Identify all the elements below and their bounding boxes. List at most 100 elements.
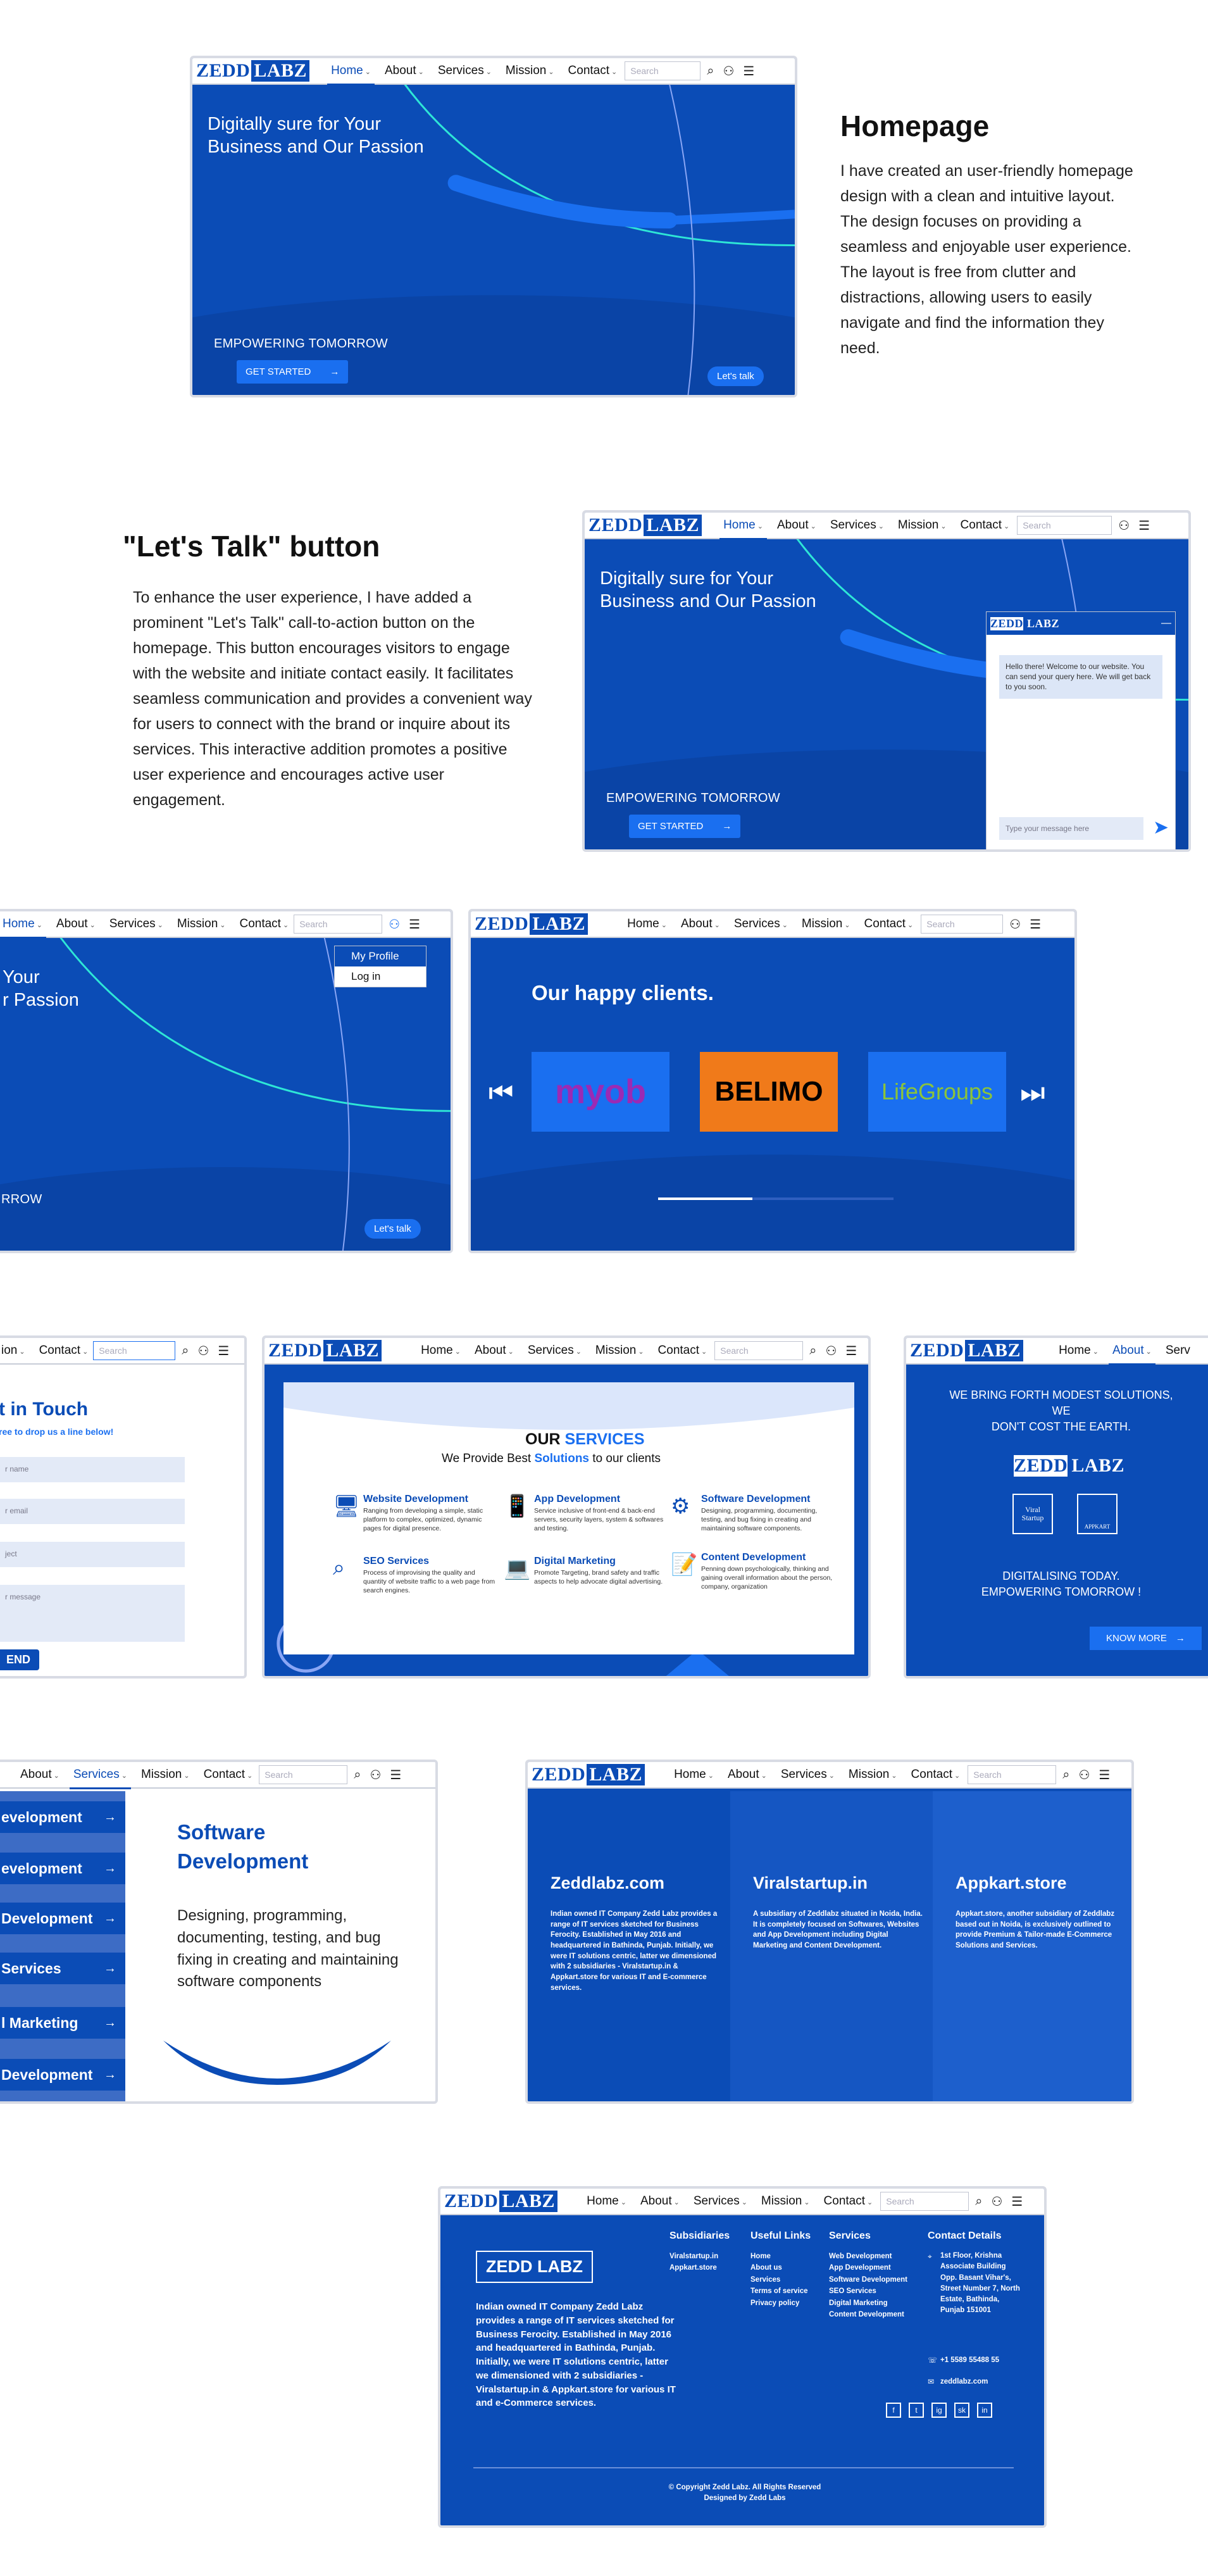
menu-icon[interactable]: ☰ xyxy=(409,916,420,932)
nav-contact[interactable]: Contact ⌄ xyxy=(864,917,914,931)
email-field[interactable]: r email xyxy=(0,1499,185,1524)
search-input[interactable]: Search xyxy=(259,1765,348,1784)
service-app-development[interactable]: 📱 App Development Service inclusive of f… xyxy=(504,1494,669,1534)
nav-mission[interactable]: Mission ⌄ xyxy=(506,64,554,78)
get-started-button[interactable]: GET STARTED → xyxy=(237,360,349,384)
user-icon[interactable]: ⚇ xyxy=(991,2194,1002,2210)
menu-icon[interactable]: ☰ xyxy=(845,1343,857,1359)
search-icon[interactable]: ⌕ xyxy=(354,1768,361,1782)
footer-link[interactable]: Appkart.store xyxy=(669,2262,718,2273)
logo[interactable]: ZEDD LABZ xyxy=(528,1762,649,1788)
nav-contact[interactable]: Contact ⌄ xyxy=(658,1344,707,1358)
footer-link[interactable]: Software Development xyxy=(829,2274,907,2285)
footer-link[interactable]: About us xyxy=(750,2262,808,2273)
nav-home[interactable]: Home ⌄ xyxy=(719,518,767,540)
nav-mission[interactable]: Mission ⌄ xyxy=(898,518,947,532)
nav-services[interactable]: Services ⌄ xyxy=(109,917,163,931)
service-digital-marketing[interactable]: 💻 Digital Marketing Promote Targeting, b… xyxy=(504,1556,669,1586)
user-icon[interactable]: ⚇ xyxy=(723,63,734,79)
nav-services[interactable]: Services ⌄ xyxy=(528,1344,582,1358)
nav-home[interactable]: Home ⌄ xyxy=(674,1768,714,1782)
menu-icon[interactable]: ☰ xyxy=(1099,1767,1110,1783)
nav-about[interactable]: About ⌄ xyxy=(728,1768,767,1782)
nav-home[interactable]: Home ⌄ xyxy=(1059,1344,1099,1358)
user-icon[interactable]: ⚇ xyxy=(825,1343,837,1359)
minimize-icon[interactable]: — xyxy=(1161,618,1171,629)
user-icon[interactable]: ⚇ xyxy=(197,1343,209,1359)
footer-link[interactable]: Digital Marketing xyxy=(829,2298,907,2309)
linkedin-icon[interactable]: in xyxy=(977,2403,992,2418)
service-list-item[interactable]: Development → xyxy=(0,2059,125,2091)
menu-icon[interactable]: ☰ xyxy=(743,63,754,79)
user-icon[interactable]: ⚇ xyxy=(370,1767,381,1783)
search-icon[interactable]: ⌕ xyxy=(975,2194,982,2209)
nav-services[interactable]: Services ⌄ xyxy=(781,1768,835,1782)
nav-services[interactable]: Services ⌄ xyxy=(830,518,884,532)
logo[interactable]: ZEDD LABZ xyxy=(471,911,592,937)
service-website-development[interactable]: 🖥 Website Development Ranging from devel… xyxy=(333,1494,499,1534)
send-icon[interactable]: ➤ xyxy=(1153,816,1169,839)
lets-talk-button[interactable]: Let's talk xyxy=(707,366,764,386)
search-input[interactable]: Search xyxy=(1017,516,1112,535)
nav-about[interactable]: About ⌄ xyxy=(385,64,424,78)
logo[interactable]: ZEDD LABZ xyxy=(265,1338,385,1364)
search-input[interactable]: Search xyxy=(921,915,1004,934)
know-more-button[interactable]: KNOW MORE → xyxy=(1090,1627,1202,1650)
footer-link[interactable]: Services xyxy=(750,2274,808,2285)
message-field[interactable]: r message xyxy=(0,1585,185,1642)
nav-contact[interactable]: Contact ⌄ xyxy=(204,1768,253,1782)
nav-services[interactable]: Services ⌄ xyxy=(438,64,492,78)
nav-contact[interactable]: Contact ⌄ xyxy=(39,1344,89,1358)
menu-icon[interactable]: ☰ xyxy=(1138,518,1150,534)
service-software-development[interactable]: ⚙ Software Development Designing, progra… xyxy=(671,1494,837,1534)
nav-mission[interactable]: Mission ⌄ xyxy=(595,1344,644,1358)
nav-about[interactable]: About ⌄ xyxy=(20,1768,59,1782)
nav-home[interactable]: Home ⌄ xyxy=(587,2194,626,2208)
search-icon[interactable]: ⌕ xyxy=(1062,1768,1069,1782)
facebook-icon[interactable]: f xyxy=(886,2403,901,2418)
search-input[interactable]: Search xyxy=(93,1341,176,1360)
nav-about[interactable]: About ⌄ xyxy=(777,518,816,532)
user-icon[interactable]: ⚇ xyxy=(1118,518,1130,534)
nav-about[interactable]: About ⌄ xyxy=(475,1344,514,1358)
footer-link[interactable]: Terms of service xyxy=(750,2285,808,2297)
nav-services[interactable]: Services ⌄ xyxy=(69,1768,132,1789)
search-input[interactable]: Search xyxy=(714,1341,804,1360)
nav-about[interactable]: About ⌄ xyxy=(681,917,720,931)
footer-link[interactable]: Web Development xyxy=(829,2251,907,2262)
menu-icon[interactable]: ☰ xyxy=(390,1767,401,1783)
logo[interactable]: ZEDD LABZ xyxy=(585,513,706,539)
nav-mission[interactable]: Mission ⌄ xyxy=(761,2194,810,2208)
logo[interactable]: ZEDD LABZ xyxy=(906,1338,1027,1364)
nav-contact[interactable]: Contact ⌄ xyxy=(961,518,1010,532)
user-icon[interactable]: ⚇ xyxy=(1009,916,1021,932)
service-list-item[interactable]: Development → xyxy=(0,1903,125,1934)
service-list-item[interactable]: l Marketing → xyxy=(0,2007,125,2039)
search-icon[interactable]: ⌕ xyxy=(707,64,714,78)
nav-mission[interactable]: Mission ⌄ xyxy=(849,1768,897,1782)
nav-mission[interactable]: Mission ⌄ xyxy=(177,917,226,931)
nav-contact[interactable]: Contact ⌄ xyxy=(824,2194,873,2208)
nav-about[interactable]: About ⌄ xyxy=(56,917,96,931)
footer-link[interactable]: Privacy policy xyxy=(750,2298,808,2309)
nav-home[interactable]: Home ⌄ xyxy=(0,917,46,939)
search-input[interactable]: Search xyxy=(625,61,701,80)
nav-contact[interactable]: Contact ⌄ xyxy=(239,917,289,931)
prev-arrow-icon[interactable]: ⏮ xyxy=(489,1077,514,1109)
menu-icon[interactable]: ☰ xyxy=(1030,916,1041,932)
nav-contact[interactable]: Contact ⌄ xyxy=(568,64,618,78)
search-icon[interactable]: ⌕ xyxy=(182,1344,189,1358)
instagram-icon[interactable]: ig xyxy=(931,2403,947,2418)
nav-home[interactable]: Home ⌄ xyxy=(327,64,375,85)
user-icon[interactable]: ⚇ xyxy=(1078,1767,1090,1783)
search-icon[interactable]: ⌕ xyxy=(809,1344,816,1358)
search-input[interactable]: Search xyxy=(880,2192,969,2211)
skype-icon[interactable]: sk xyxy=(954,2403,969,2418)
name-field[interactable]: r name xyxy=(0,1457,185,1482)
login-item[interactable]: Log in xyxy=(335,966,426,987)
subject-field[interactable]: ject xyxy=(0,1542,185,1567)
nav-about[interactable]: About ⌄ xyxy=(1108,1344,1155,1365)
footer-link[interactable]: Home xyxy=(750,2251,808,2262)
footer-link[interactable]: App Development xyxy=(829,2262,907,2273)
search-input[interactable]: Search xyxy=(968,1765,1057,1784)
